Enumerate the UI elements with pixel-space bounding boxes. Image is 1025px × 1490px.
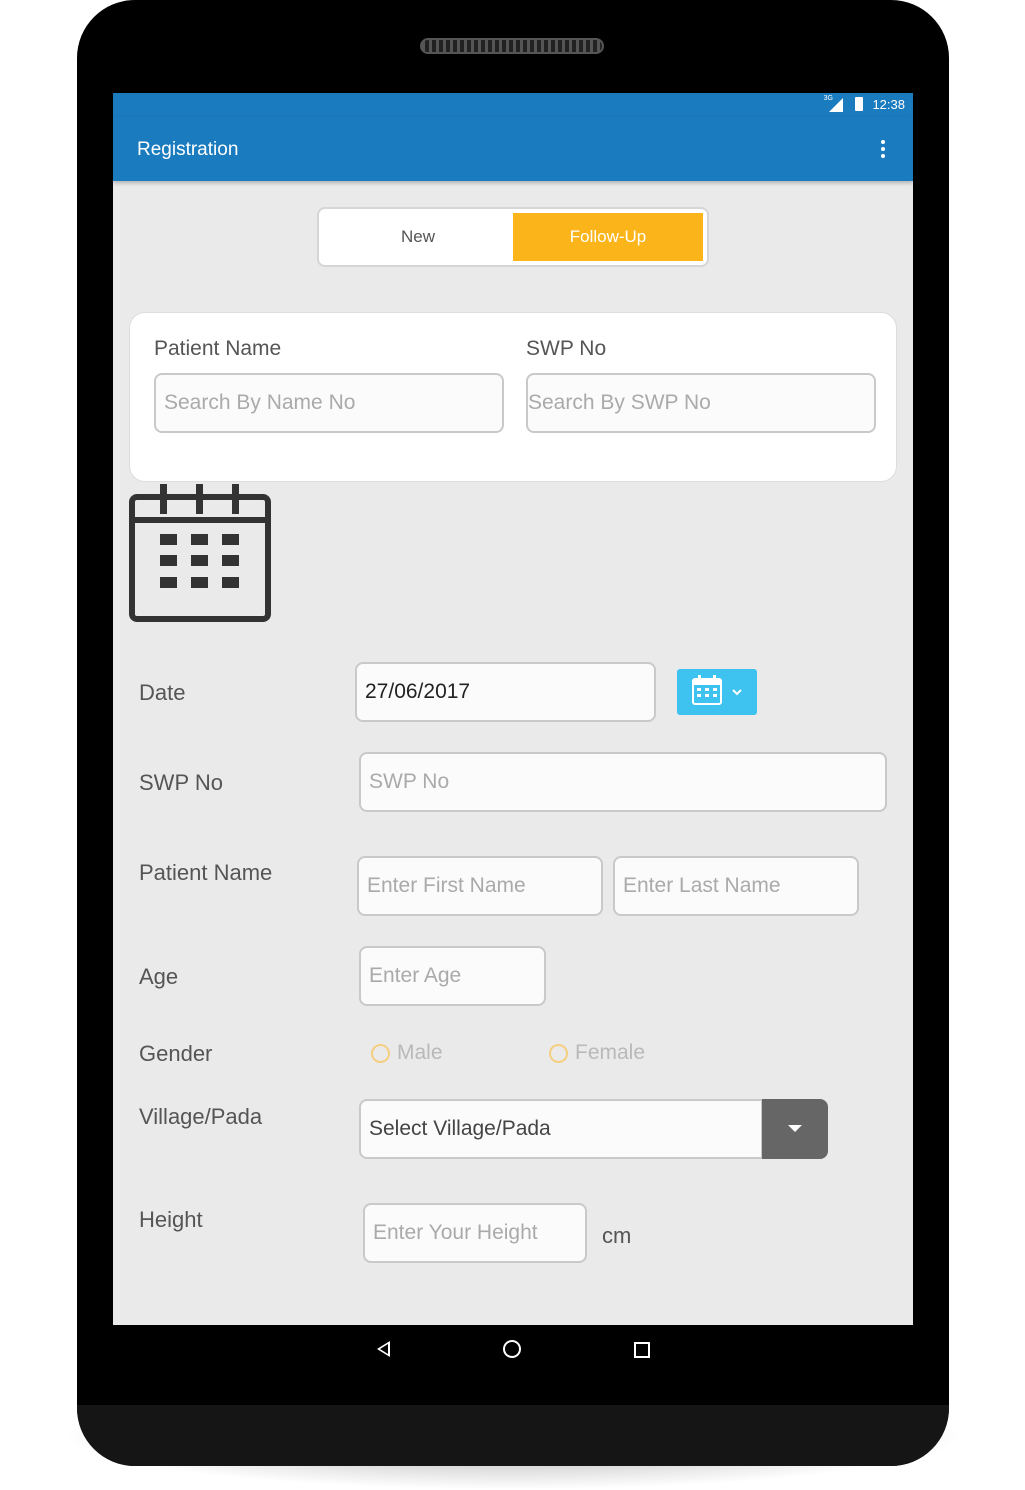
search-name-input[interactable]: Search By Name No [154, 373, 504, 433]
page-title: Registration [137, 139, 239, 160]
last-name-input[interactable]: Enter Last Name [613, 856, 859, 916]
dropdown-arrow-icon[interactable] [762, 1099, 828, 1159]
new-tab-button[interactable]: New [323, 213, 513, 261]
swp-label: SWP No [139, 770, 223, 795]
height-input[interactable]: Enter Your Height [363, 1203, 587, 1263]
date-field[interactable]: 27/06/2017 [355, 662, 656, 722]
gender-label: Gender [139, 1041, 213, 1066]
more-vert-icon[interactable] [871, 137, 895, 161]
radio-circle-icon [549, 1043, 568, 1063]
first-name-input[interactable]: Enter First Name [357, 856, 603, 916]
search-card: Patient Name SWP No Search By Name No Se… [129, 312, 897, 482]
status-bar: 3G 12:38 [113, 93, 913, 117]
battery-icon [855, 97, 863, 111]
tablet-chin [77, 1405, 949, 1466]
mode-toggle: New Follow-Up [317, 207, 709, 267]
height-unit: cm [602, 1223, 632, 1248]
status-time: 12:38 [872, 97, 905, 112]
back-icon[interactable] [377, 1341, 390, 1357]
recent-apps-icon[interactable] [634, 1342, 650, 1358]
search-swp-input[interactable]: Search By SWP No [526, 373, 876, 433]
age-input[interactable]: Enter Age [359, 946, 546, 1006]
calendar-icon[interactable] [129, 482, 271, 624]
search-swp-label: SWP No [526, 337, 607, 360]
system-nav-bar [113, 1325, 913, 1375]
height-label: Height [139, 1207, 203, 1232]
app-bar: Registration [113, 117, 913, 181]
gender-male-radio[interactable]: Male [371, 1041, 443, 1065]
gender-female-radio[interactable]: Female [549, 1041, 645, 1065]
date-picker-button[interactable] [677, 669, 757, 715]
home-icon[interactable] [503, 1340, 521, 1358]
calendar-dropdown-icon [692, 675, 742, 705]
search-patient-name-label: Patient Name [154, 337, 282, 360]
gender-female-label: Female [575, 1041, 646, 1064]
follow-up-tab-button[interactable]: Follow-Up [513, 213, 703, 261]
patient-name-label: Patient Name [139, 860, 273, 885]
radio-circle-icon [371, 1043, 390, 1063]
gender-male-label: Male [397, 1041, 443, 1064]
date-label: Date [139, 680, 186, 705]
app-screen: 3G 12:38 Registration New Follow-Up Pati… [113, 93, 913, 1325]
village-label: Village/Pada [139, 1104, 263, 1129]
speaker-grille [420, 38, 604, 54]
swp-input[interactable]: SWP No [359, 752, 887, 812]
signal-icon [829, 98, 843, 112]
village-select[interactable]: Select Village/Pada [359, 1099, 763, 1159]
age-label: Age [139, 964, 179, 989]
